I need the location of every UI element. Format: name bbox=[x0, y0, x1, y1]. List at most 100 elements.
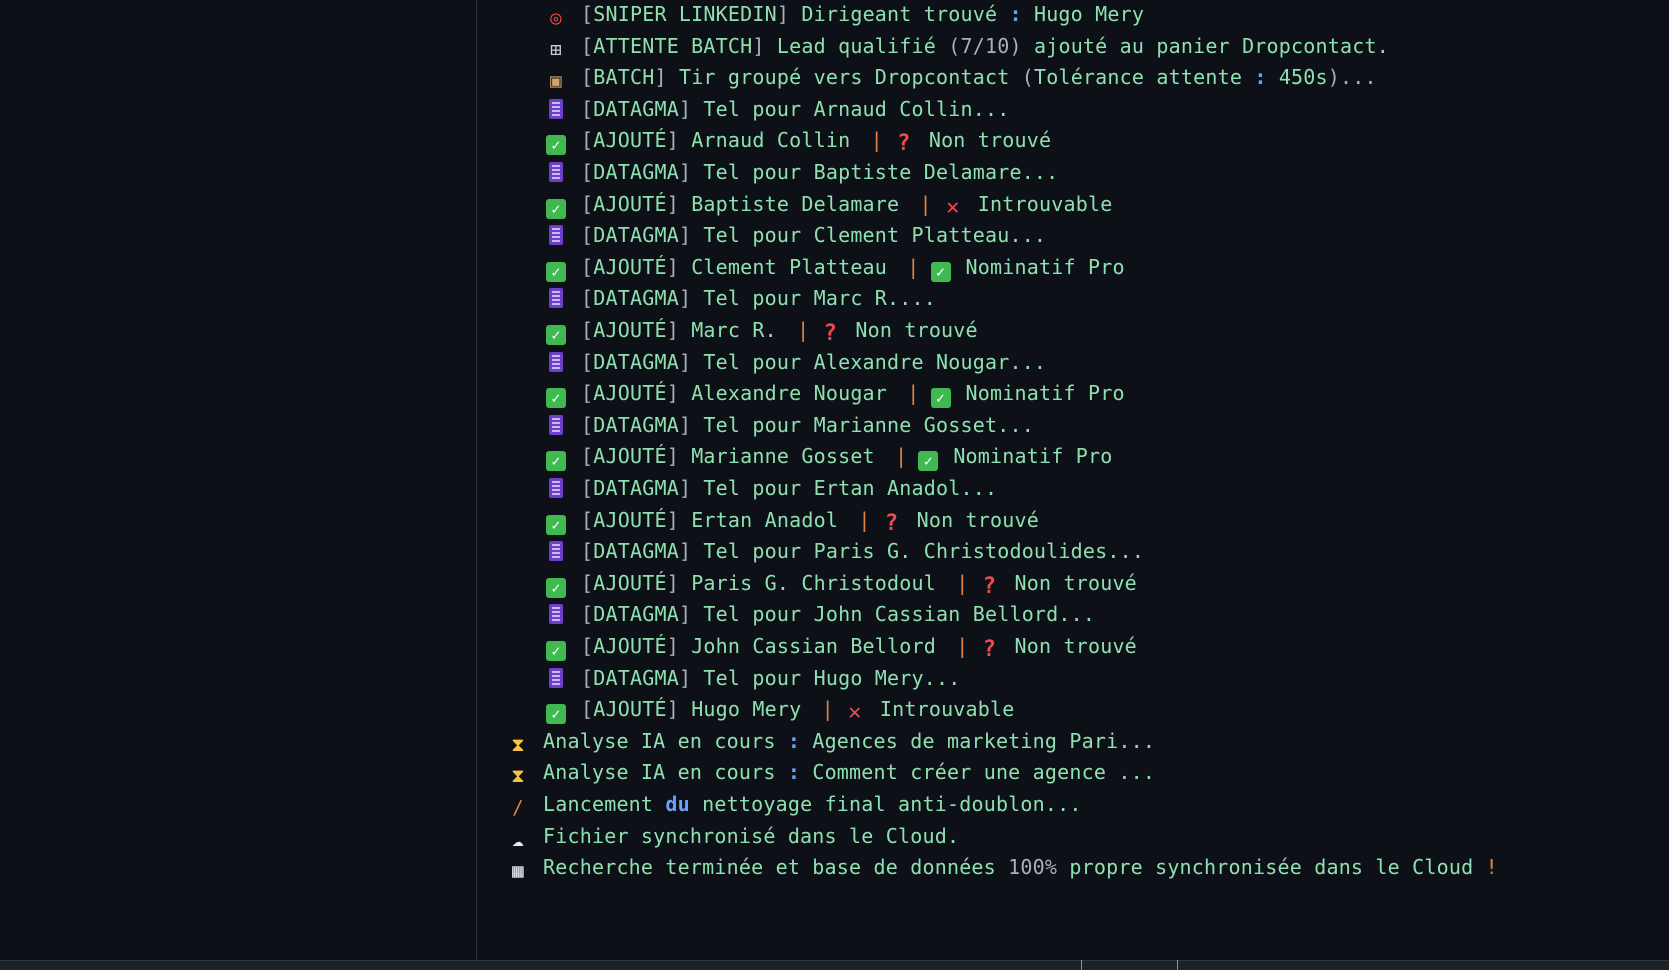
status-bar-tick bbox=[1081, 960, 1082, 970]
check-glyph: ✓ bbox=[546, 198, 566, 219]
question-icon: ? bbox=[891, 133, 917, 155]
bracket: ] bbox=[666, 570, 692, 595]
separator: | bbox=[895, 444, 908, 469]
bracket: [ bbox=[581, 539, 594, 564]
log-text: Lancement bbox=[543, 792, 654, 816]
contact-status: Non trouvé bbox=[855, 318, 978, 342]
question-icon: ? bbox=[879, 512, 905, 535]
bracket: ] bbox=[678, 539, 704, 564]
log-percent: 100% bbox=[1008, 855, 1058, 880]
abacus-icon bbox=[543, 225, 569, 247]
bracket: [ bbox=[581, 349, 594, 374]
question-icon: ? bbox=[817, 323, 843, 345]
check-glyph: ✓ bbox=[930, 261, 951, 282]
log-line: ✓ [AJOUTÉ] Clement Platteau | ✓ Nominatif P… bbox=[543, 253, 1125, 287]
log-tag: AJOUTÉ bbox=[593, 444, 667, 469]
contact-status: Nominatif Pro bbox=[965, 254, 1125, 279]
check-glyph: ✓ bbox=[546, 261, 566, 282]
log-tag: AJOUTÉ bbox=[593, 697, 667, 722]
log-tag: DATAGMA bbox=[593, 349, 679, 374]
contact-status: Nominatif Pro bbox=[953, 444, 1113, 469]
cross-icon: ✕ bbox=[940, 196, 966, 219]
question-glyph: ? bbox=[897, 131, 911, 157]
log-tag: DATAGMA bbox=[593, 96, 679, 121]
abacus-glyph bbox=[549, 288, 563, 309]
log-text: Tel pour Marianne Gosset... bbox=[703, 412, 1034, 437]
bracket: [ bbox=[581, 128, 594, 153]
log-tag: AJOUTÉ bbox=[593, 191, 667, 216]
bracket: [ bbox=[581, 634, 594, 658]
broom-icon: ∕ bbox=[505, 797, 531, 819]
bracket: [ bbox=[581, 412, 594, 437]
check-glyph: ✓ bbox=[546, 704, 566, 725]
log-line: ✓ [AJOUTÉ] Ertan Anadol |? Non trouvé bbox=[543, 506, 1039, 540]
contact-name: Marianne Gosset bbox=[691, 444, 875, 469]
bracket: ] bbox=[654, 65, 679, 90]
bracket: ] bbox=[666, 634, 692, 658]
question-icon: ? bbox=[977, 575, 1003, 598]
bracket: [ bbox=[581, 65, 594, 90]
log-tag: AJOUTÉ bbox=[593, 318, 667, 342]
bracket: [ bbox=[581, 381, 594, 406]
log-text: Tel pour Clement Platteau... bbox=[703, 223, 1047, 248]
question-glyph: ? bbox=[982, 637, 997, 662]
check-icon: ✓ bbox=[543, 197, 569, 219]
bracket: [ bbox=[581, 318, 594, 342]
log-tag: DATAGMA bbox=[593, 476, 679, 500]
log-text: Analyse IA en cours bbox=[543, 760, 776, 785]
colon: : bbox=[775, 728, 813, 753]
log-line: [DATAGMA] Tel pour Marianne Gosset... bbox=[543, 411, 1034, 445]
bracket: ] bbox=[678, 286, 704, 311]
log-tag: DATAGMA bbox=[593, 286, 679, 311]
abacus-glyph bbox=[549, 604, 563, 625]
log-tail: Agences de marketing Pari... bbox=[812, 728, 1156, 753]
check-icon: ✓ bbox=[543, 576, 569, 598]
check-glyph: ✓ bbox=[546, 514, 566, 535]
log-tail: 450s bbox=[1278, 65, 1328, 90]
contact-name: Baptiste Delamare bbox=[691, 191, 900, 216]
abacus-glyph bbox=[549, 351, 563, 372]
abacus-icon bbox=[543, 604, 569, 626]
bracket: [ bbox=[581, 2, 594, 26]
separator: | bbox=[821, 697, 834, 722]
log-line: ◎ [SNIPER LINKEDIN] Dirigeant trouvé : Hu… bbox=[543, 0, 1144, 34]
check-glyph: ✓ bbox=[546, 577, 566, 598]
hourglass-glyph: ⧗ bbox=[511, 733, 525, 756]
bracket: ] bbox=[666, 318, 692, 342]
log-tag: AJOUTÉ bbox=[593, 254, 667, 279]
log-line: ∕ Lancement du nettoyage final anti-doubl… bbox=[505, 790, 1082, 824]
log-text: Tel pour Arnaud Collin... bbox=[703, 96, 1010, 121]
log-line: ⧗ Analyse IA en cours : Comment créer une… bbox=[505, 758, 1155, 792]
log-text: Tel pour John Cassian Bellord... bbox=[703, 602, 1096, 627]
cloud-icon: ☁ bbox=[505, 829, 531, 851]
check-glyph: ✓ bbox=[930, 388, 951, 409]
log-tag: DATAGMA bbox=[593, 160, 679, 184]
bracket: ] bbox=[752, 33, 777, 58]
contact-status: Non trouvé bbox=[1014, 634, 1137, 658]
check-icon: ✓ bbox=[543, 639, 569, 661]
log-tail: ajouté au panier Dropcontact. bbox=[1033, 33, 1389, 58]
cloud-glyph: ☁ bbox=[512, 828, 524, 851]
hourglass-icon: ⧗ bbox=[505, 734, 531, 756]
log-tag: AJOUTÉ bbox=[593, 381, 667, 406]
contact-name: John Cassian Bellord bbox=[691, 634, 937, 658]
abacus-glyph bbox=[549, 478, 563, 498]
log-tag: AJOUTÉ bbox=[593, 634, 667, 658]
bracket: ] bbox=[666, 444, 692, 469]
bracket: ] bbox=[678, 412, 704, 437]
abacus-glyph bbox=[549, 162, 563, 182]
separator: | bbox=[858, 507, 871, 532]
log-count: (7/10) bbox=[948, 33, 1022, 58]
package-icon: ▣ bbox=[543, 70, 569, 92]
colon: : bbox=[1242, 65, 1279, 90]
bracket: [ bbox=[581, 602, 594, 627]
log-line: [DATAGMA] Tel pour John Cassian Bellord.… bbox=[543, 600, 1095, 634]
abacus-glyph bbox=[549, 541, 563, 562]
colon: : bbox=[775, 760, 813, 785]
contact-name: Marc R. bbox=[691, 318, 777, 342]
bracket: ] bbox=[666, 254, 692, 279]
bracket: [ bbox=[581, 507, 594, 532]
check-icon: ✓ bbox=[915, 449, 941, 472]
contact-name: Arnaud Collin bbox=[691, 128, 851, 153]
hourglass-glyph: ⧗ bbox=[511, 765, 525, 788]
